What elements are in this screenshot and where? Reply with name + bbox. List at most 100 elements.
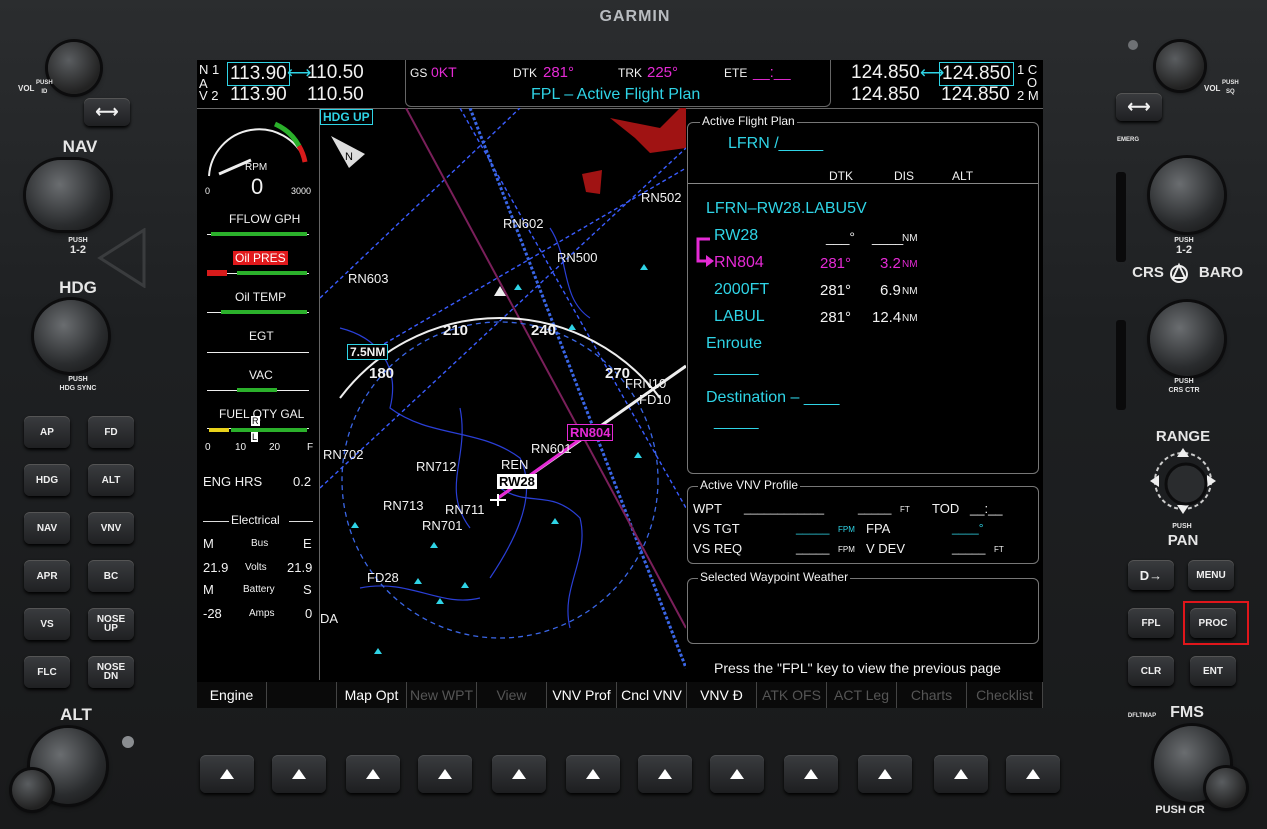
waypoint-label[interactable]: RN712 bbox=[416, 459, 456, 474]
active-waypoint-label[interactable]: RN804 bbox=[567, 424, 614, 441]
softkey-12-button[interactable] bbox=[1006, 755, 1060, 793]
waypoint-label[interactable]: FD28 bbox=[367, 570, 399, 585]
waypoint-label[interactable]: FD10 bbox=[639, 392, 671, 407]
waypoint-label[interactable]: RN602 bbox=[503, 216, 543, 231]
fpl-row-name[interactable]: 2000FT bbox=[714, 281, 769, 299]
alt-knob-inner[interactable] bbox=[12, 770, 52, 810]
fms-knob-inner[interactable] bbox=[1206, 768, 1246, 808]
com-swap-button[interactable]: ⟷ bbox=[1116, 93, 1162, 121]
ap-button-nav[interactable]: NAV bbox=[24, 512, 70, 544]
vol-knob-left[interactable] bbox=[48, 42, 100, 94]
waypoint-label[interactable]: REN bbox=[501, 457, 528, 472]
com1-active-freq[interactable]: 124.850 bbox=[851, 62, 920, 84]
ap-button-apr[interactable]: APR bbox=[24, 560, 70, 592]
runway-label[interactable]: RW28 bbox=[497, 474, 537, 489]
crs-knob[interactable] bbox=[1150, 302, 1224, 376]
fpl-row-name[interactable]: RN804 bbox=[714, 254, 764, 272]
softkey-1[interactable]: Engine bbox=[197, 682, 267, 708]
waypoint-label[interactable]: FRN10 bbox=[625, 376, 666, 391]
ap-button-nose-dn[interactable]: NOSE DN bbox=[88, 656, 134, 688]
softkey-3[interactable]: Map Opt bbox=[337, 682, 407, 708]
softkey-7-button[interactable] bbox=[638, 755, 692, 793]
waypoint-label[interactable]: RN711 bbox=[445, 502, 485, 517]
softkey-2[interactable] bbox=[267, 682, 337, 708]
nav2-active-freq[interactable]: 113.90 bbox=[230, 84, 287, 106]
softkey-bar: Engine Map Opt New WPT View VNV Prof Cncl VNV… bbox=[197, 682, 1043, 708]
ap-button-flc[interactable]: FLC bbox=[24, 656, 70, 688]
hdg-up-label[interactable]: HDG UP bbox=[320, 109, 373, 125]
fpl-row-name[interactable]: RW28 bbox=[714, 227, 758, 245]
nav2-standby-freq[interactable]: 110.50 bbox=[307, 84, 364, 106]
range-joystick-icon[interactable] bbox=[1146, 444, 1220, 518]
fpl-button[interactable]: FPL bbox=[1128, 608, 1174, 638]
ap-button-fd[interactable]: FD bbox=[88, 416, 134, 448]
softkey-6[interactable]: VNV Prof bbox=[547, 682, 617, 708]
moving-map[interactable] bbox=[320, 108, 686, 680]
waypoint-label[interactable]: RN601 bbox=[531, 441, 571, 456]
fpl-row-dis: 6.9 bbox=[880, 282, 901, 299]
softkey-1-button[interactable] bbox=[200, 755, 254, 793]
softkey-4-button[interactable] bbox=[418, 755, 472, 793]
page-title: FPL – Active Flight Plan bbox=[531, 86, 701, 103]
destination-label[interactable]: Destination – ____ bbox=[706, 389, 839, 407]
softkey-8-button[interactable] bbox=[710, 755, 764, 793]
vol-knob-right[interactable] bbox=[1156, 42, 1204, 90]
clr-button[interactable]: CLR bbox=[1128, 656, 1174, 686]
ap-button-vnv[interactable]: VNV bbox=[88, 512, 134, 544]
vs-req-value: _____ bbox=[796, 541, 830, 555]
crs-push-label: PUSH CRS CTR bbox=[1168, 378, 1200, 394]
softkey-6-button[interactable] bbox=[566, 755, 620, 793]
softkey-11[interactable]: Charts bbox=[897, 682, 967, 708]
waypoint-label[interactable]: RN603 bbox=[348, 271, 388, 286]
map-range-label[interactable]: 7.5NM bbox=[347, 344, 389, 360]
softkey-10[interactable]: ACT Leg bbox=[827, 682, 897, 708]
com1-standby-freq[interactable]: 124.850 bbox=[939, 62, 1014, 86]
hdg-knob[interactable] bbox=[34, 300, 108, 372]
softkey-5-button[interactable] bbox=[492, 755, 546, 793]
ap-button-hdg[interactable]: HDG bbox=[24, 464, 70, 496]
ap-button-nose-up[interactable]: NOSE UP bbox=[88, 608, 134, 640]
softkey-8[interactable]: VNV Đ bbox=[687, 682, 757, 708]
amps-left: -28 bbox=[203, 606, 222, 621]
enroute-label[interactable]: Enroute bbox=[706, 335, 762, 353]
softkey-5[interactable]: View bbox=[477, 682, 547, 708]
fuel-right-marker: R bbox=[251, 416, 260, 426]
softkey-3-button[interactable] bbox=[346, 755, 400, 793]
fpl-route[interactable]: LFRN /_____ bbox=[728, 135, 823, 153]
com-knob[interactable] bbox=[1150, 158, 1224, 232]
softkey-4[interactable]: New WPT bbox=[407, 682, 477, 708]
enroute-blank[interactable]: _____ bbox=[714, 359, 759, 377]
ap-button-bc[interactable]: BC bbox=[88, 560, 134, 592]
nav-swap-button[interactable]: ⟷ bbox=[84, 98, 130, 126]
waypoint-label[interactable]: RN713 bbox=[383, 498, 423, 513]
waypoint-label[interactable]: DA bbox=[320, 611, 338, 626]
waypoint-label[interactable]: RN500 bbox=[557, 250, 597, 265]
waypoint-label[interactable]: RN502 bbox=[641, 190, 681, 205]
com2-standby-freq[interactable]: 124.850 bbox=[941, 84, 1010, 106]
softkey-9-button[interactable] bbox=[784, 755, 838, 793]
tod-value: __:__ bbox=[970, 501, 1003, 516]
nav-knob[interactable] bbox=[26, 160, 110, 230]
vac-band bbox=[237, 388, 277, 392]
procedure-name[interactable]: LFRN–RW28.LABU5V bbox=[706, 200, 867, 218]
waypoint-label[interactable]: RN701 bbox=[422, 518, 462, 533]
ap-button-alt[interactable]: ALT bbox=[88, 464, 134, 496]
ap-button-ap[interactable]: AP bbox=[24, 416, 70, 448]
com2-active-freq[interactable]: 124.850 bbox=[851, 84, 920, 106]
waypoint-label[interactable]: RN702 bbox=[323, 447, 363, 462]
ent-button[interactable]: ENT bbox=[1190, 656, 1236, 686]
softkey-2-button[interactable] bbox=[272, 755, 326, 793]
softkey-11-button[interactable] bbox=[934, 755, 988, 793]
electrical-label: Electrical bbox=[231, 513, 280, 527]
destination-blank[interactable]: _____ bbox=[714, 413, 759, 431]
softkey-9[interactable]: ATK OFS bbox=[757, 682, 827, 708]
ap-button-vs[interactable]: VS bbox=[24, 608, 70, 640]
fpl-row-name[interactable]: LABUL bbox=[714, 308, 765, 326]
softkey-12[interactable]: Checklist bbox=[967, 682, 1043, 708]
nav1-standby-freq[interactable]: 110.50 bbox=[307, 62, 364, 84]
softkey-10-button[interactable] bbox=[858, 755, 912, 793]
direct-to-button[interactable]: D→ bbox=[1128, 560, 1174, 590]
menu-button[interactable]: MENU bbox=[1188, 560, 1234, 590]
softkey-7[interactable]: Cncl VNV bbox=[617, 682, 687, 708]
nav1-active-freq[interactable]: 113.90 bbox=[227, 62, 290, 86]
